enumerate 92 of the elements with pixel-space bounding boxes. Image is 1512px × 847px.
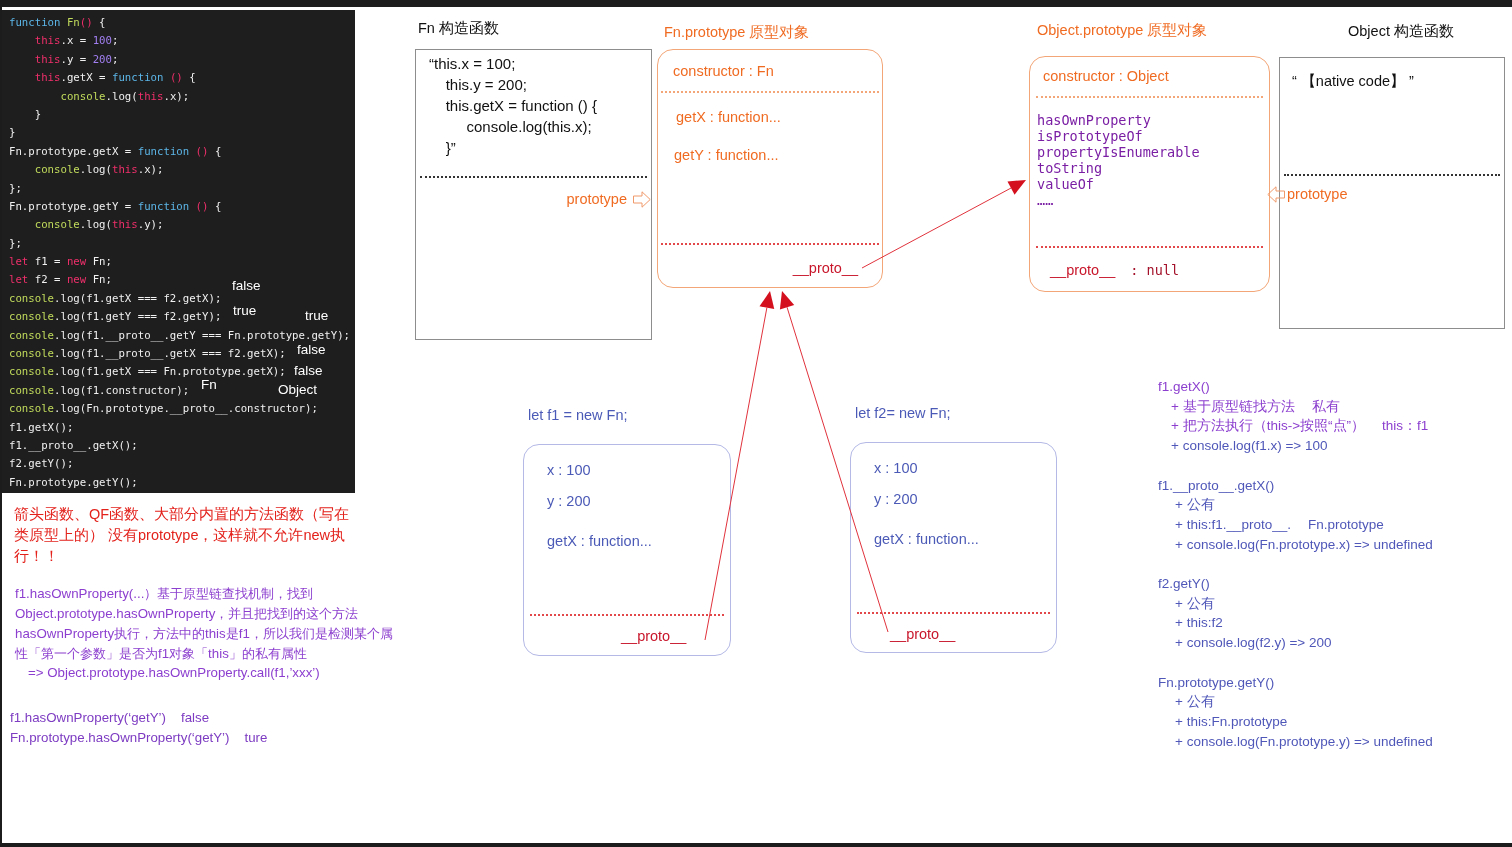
output-text: false xyxy=(294,364,323,378)
note-text: + 基于原型链找方法 xyxy=(1171,397,1295,416)
output-text: false xyxy=(297,343,326,357)
property-text: constructor : Object xyxy=(1043,67,1169,85)
node-title: let f1 = new Fn; xyxy=(528,406,628,424)
property-text: getX : function... xyxy=(547,532,652,550)
output-text: true xyxy=(233,304,257,318)
note-text: + 公有 xyxy=(1175,693,1215,712)
method-text: toString xyxy=(1037,160,1103,176)
code-line: Fn.prototype.getX = function () { xyxy=(9,143,222,160)
code-line: console.log(this.x); xyxy=(59,88,190,105)
code-line: console.log(f1.__proto__.getY === Fn.prototype.getY); xyxy=(9,327,351,344)
code-line: this.y = 200; xyxy=(33,51,119,68)
note-text: + this:f1.__proto__. xyxy=(1175,515,1291,534)
method-text: …… xyxy=(1037,192,1054,208)
method-text: valueOf xyxy=(1037,176,1094,192)
node-title: Object 构造函数 xyxy=(1348,22,1454,40)
code-line: f1.__proto__.getX(); xyxy=(9,438,138,454)
code-line: Fn.prototype.getY(); xyxy=(9,474,138,491)
code-line: } xyxy=(33,106,42,123)
code-line: } xyxy=(9,125,16,142)
outline-arrow-icon xyxy=(1267,185,1285,203)
note-text: + console.log(f2.y) => 200 xyxy=(1175,634,1332,653)
property-text: constructor : Fn xyxy=(673,62,774,80)
expression-text: Fn.prototype.hasOwnProperty(‘getY’) xyxy=(10,729,230,747)
property-text: getX : function... xyxy=(874,530,979,548)
note-text: + 公有 xyxy=(1175,594,1215,613)
output-text: Object xyxy=(278,383,318,397)
code-line: console.log(f1.getY === f2.getY); xyxy=(9,309,222,326)
code-text: “ 【native code】 ” xyxy=(1292,72,1414,90)
note-text: + this:Fn.prototype xyxy=(1175,712,1288,731)
note-text: 箭头函数、QF函数、大部分内置的方法函数（写在 类原型上的） 没有prototype，这样就不允许new执 行！！ xyxy=(14,504,350,566)
method-text: isPrototypeOf xyxy=(1037,128,1143,144)
code-line: console.log(f1.__proto__.getX === f2.getX); xyxy=(9,346,286,363)
note-heading: f2.getY() xyxy=(1158,575,1210,593)
proto-label: __proto__ xyxy=(792,259,858,277)
node-title: Fn.prototype 原型对象 xyxy=(664,23,810,41)
code-line: this.x = 100; xyxy=(33,33,119,50)
property-text: y : 200 xyxy=(874,490,918,508)
code-line: this.getX = function () { xyxy=(33,70,196,87)
note-text: 私有 xyxy=(1311,397,1340,416)
note-heading: f1.__proto__.getX() xyxy=(1158,476,1275,495)
result-text: ture xyxy=(244,729,268,747)
link-label: prototype xyxy=(1287,185,1348,203)
code-text: “this.x = 100; this.y = 200; this.getX = function () { console.log(this.x); }” xyxy=(428,54,597,158)
code-line: console.log(this.x); xyxy=(33,162,164,179)
output-text: Fn xyxy=(201,378,217,392)
code-line: f1.getX(); xyxy=(9,419,74,436)
note-text: + 公有 xyxy=(1175,496,1215,515)
expression-text: f1.hasOwnProperty(‘getY’) xyxy=(10,709,166,727)
note-text: + console.log(Fn.prototype.x) => undefined xyxy=(1175,535,1433,554)
code-line: console.log(this.y); xyxy=(33,217,164,234)
note-text: Fn.prototype xyxy=(1307,515,1384,534)
code-line: console.log(f1.constructor); xyxy=(9,382,190,399)
note-heading: f1.getX() xyxy=(1158,378,1210,396)
proto-label: __proto__ xyxy=(621,627,687,645)
output-text: true xyxy=(305,309,329,323)
code-line: Fn.prototype.getY = function () { xyxy=(9,198,222,215)
code-line: console.log(f1.getX === f2.getX); xyxy=(9,290,222,307)
property-text: x : 100 xyxy=(874,459,918,477)
note-text: this：f1 xyxy=(1382,417,1429,436)
method-text: propertyIsEnumerable xyxy=(1037,144,1200,160)
code-line: }; xyxy=(9,180,22,197)
output-text: false xyxy=(232,279,261,293)
code-line: let f1 = new Fn; xyxy=(9,254,112,271)
note-text: + console.log(Fn.prototype.y) => undefined xyxy=(1175,732,1433,751)
outline-arrow-icon xyxy=(633,190,651,208)
note-text: f1.hasOwnProperty(...）基于原型链查找机制，找到 Object.prototype.hasOwnProperty，并且把找到的这个方法 hasOwnProperty执行，方法中的this是f1，所以我们是检测某个属 性「第一个参数」是否为f1对象「this」的私有属性 xyxy=(15,585,393,663)
value-text: : null xyxy=(1130,261,1180,279)
node-title: Fn 构造函数 xyxy=(418,19,499,37)
property-text: y : 200 xyxy=(547,492,591,510)
code-line: let f2 = new Fn; xyxy=(9,272,112,289)
method-text: hasOwnProperty xyxy=(1037,112,1151,128)
code-line: console.log(Fn.prototype.__proto__.constructor); xyxy=(9,401,318,418)
node-title: Object.prototype 原型对象 xyxy=(1037,21,1208,39)
note-text: + this:f2 xyxy=(1175,614,1223,633)
code-line: f2.getY(); xyxy=(9,456,74,473)
note-heading: Fn.prototype.getY() xyxy=(1158,673,1275,692)
proto-label: __proto__ xyxy=(1050,261,1116,279)
node-title: let f2= new Fn; xyxy=(855,404,951,422)
property-text: x : 100 xyxy=(547,461,591,479)
link-label: prototype xyxy=(566,190,627,208)
proto-label: __proto__ xyxy=(890,625,956,643)
code-line: console.log(f1.getX === Fn.prototype.getX); xyxy=(9,364,286,380)
code-line: }; xyxy=(9,235,22,252)
code-text: => Object.prototype.hasOwnProperty.call(f1,’xxx’) xyxy=(28,664,320,682)
result-text: false xyxy=(180,709,210,727)
note-text: + 把方法执行（this->按照“点”） xyxy=(1171,417,1365,436)
code-line: function Fn() { xyxy=(9,15,106,31)
note-text: + console.log(f1.x) => 100 xyxy=(1171,437,1328,456)
property-text: getX : function... xyxy=(676,108,781,126)
property-text: getY : function... xyxy=(674,146,779,164)
